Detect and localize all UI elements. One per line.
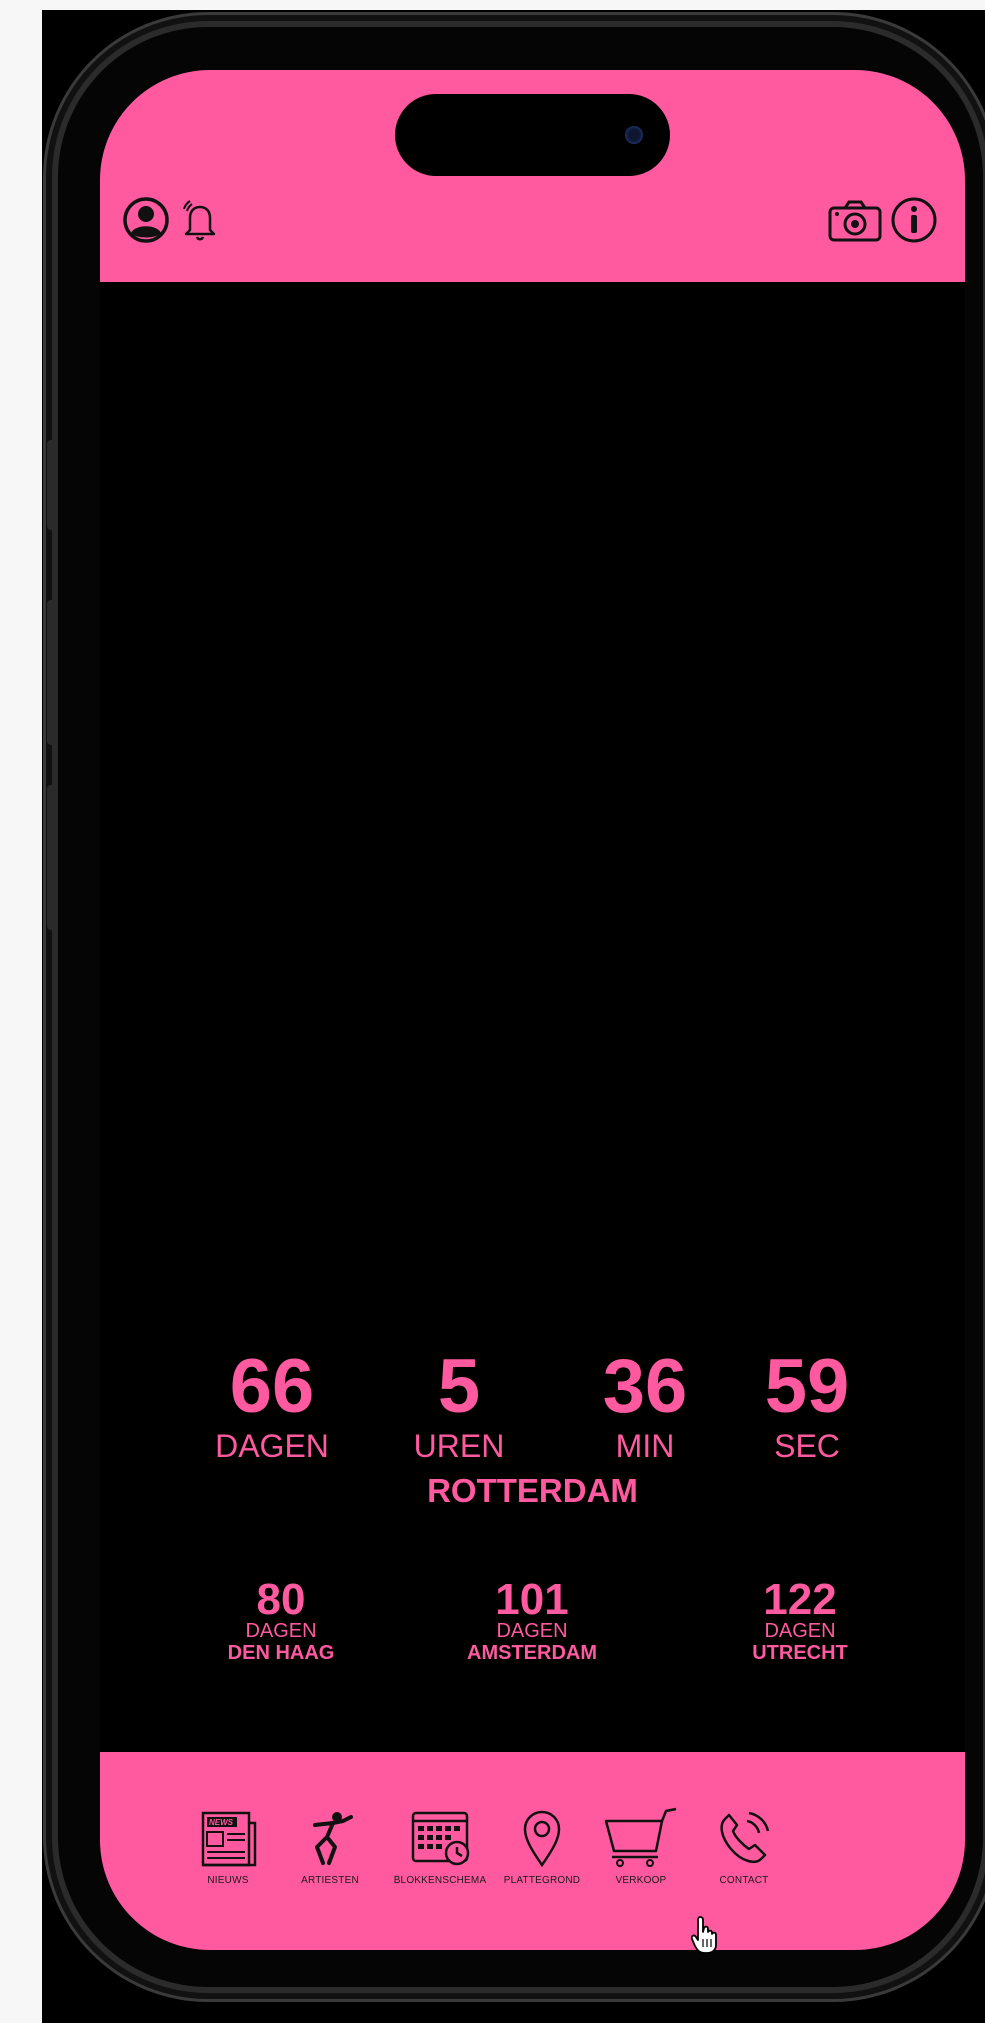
- countdown-seconds-label: SEC: [774, 1428, 840, 1464]
- dancer-icon: [313, 1812, 353, 1865]
- tab-label: BLOKKENSCHEMA: [393, 1875, 487, 1886]
- countdown-hours-value: 5: [437, 1344, 481, 1429]
- tab-nieuws[interactable]: NEWS NIEUWS: [173, 1807, 283, 1907]
- tab-artiesten[interactable]: ARTIESTEN: [275, 1807, 385, 1907]
- tab-verkoop[interactable]: VERKOOP: [586, 1807, 696, 1907]
- news-icon: NEWS: [201, 1811, 257, 1867]
- countdown-city: ROTTERDAM: [427, 1472, 638, 1509]
- countdown-minutes-label: MIN: [615, 1428, 675, 1464]
- countdown-days-value: 66: [229, 1344, 315, 1429]
- countdown-other-label: DAGEN: [764, 1620, 836, 1642]
- countdown-hours-label: UREN: [413, 1428, 505, 1464]
- info-icon[interactable]: [890, 196, 938, 244]
- profile-icon[interactable]: [122, 196, 170, 244]
- camera-icon[interactable]: [827, 196, 883, 244]
- phone-side-button: [47, 600, 56, 745]
- phone-side-button: [47, 785, 56, 930]
- countdown-days-label: DAGEN: [215, 1428, 329, 1464]
- hand-cursor-icon: [690, 1916, 717, 1954]
- bottom-tab-bar: NEWS NIEUWS ARTIESTEN BLOKKENSCHEMA PLAT…: [100, 1752, 965, 1950]
- front-camera: [625, 126, 643, 144]
- countdown-other-city: DEN HAAG: [227, 1642, 335, 1664]
- countdown-other-days: 122: [763, 1575, 837, 1624]
- countdown-other-city: UTRECHT: [752, 1642, 848, 1664]
- countdown-other-label: DAGEN: [496, 1620, 568, 1642]
- dynamic-island: [395, 94, 670, 176]
- countdown-other-days: 101: [495, 1575, 569, 1624]
- app-screen: 66 DAGEN 5 UREN 36 MIN 59 SEC ROTTERDAM …: [100, 70, 965, 1950]
- countdown-minutes-value: 36: [602, 1344, 688, 1429]
- tab-contact[interactable]: CONTACT: [689, 1807, 799, 1907]
- tab-plattegrond[interactable]: PLATTEGROND: [487, 1807, 597, 1907]
- phone-side-button: [47, 440, 56, 530]
- calendar-icon: [411, 1811, 470, 1866]
- svg-text:NEWS: NEWS: [209, 1818, 234, 1827]
- bell-icon[interactable]: [176, 196, 224, 244]
- countdown-area: 66 DAGEN 5 UREN 36 MIN 59 SEC ROTTERDAM …: [100, 282, 965, 1752]
- countdown-other-city: AMSTERDAM: [467, 1642, 597, 1664]
- countdown-other-days: 80: [256, 1575, 306, 1624]
- app-header: [100, 70, 965, 282]
- cart-icon: [604, 1807, 677, 1867]
- tab-label: VERKOOP: [615, 1875, 667, 1886]
- tab-label: ARTIESTEN: [301, 1875, 359, 1886]
- phone-icon: [720, 1811, 770, 1863]
- tab-label: NIEUWS: [207, 1875, 249, 1886]
- tab-label: CONTACT: [719, 1875, 769, 1886]
- countdown-seconds-value: 59: [764, 1344, 850, 1429]
- map-pin-icon: [523, 1810, 561, 1868]
- countdown-other-label: DAGEN: [245, 1620, 317, 1642]
- tab-blokkenschema[interactable]: BLOKKENSCHEMA: [385, 1807, 495, 1907]
- tab-label: PLATTEGROND: [503, 1875, 581, 1886]
